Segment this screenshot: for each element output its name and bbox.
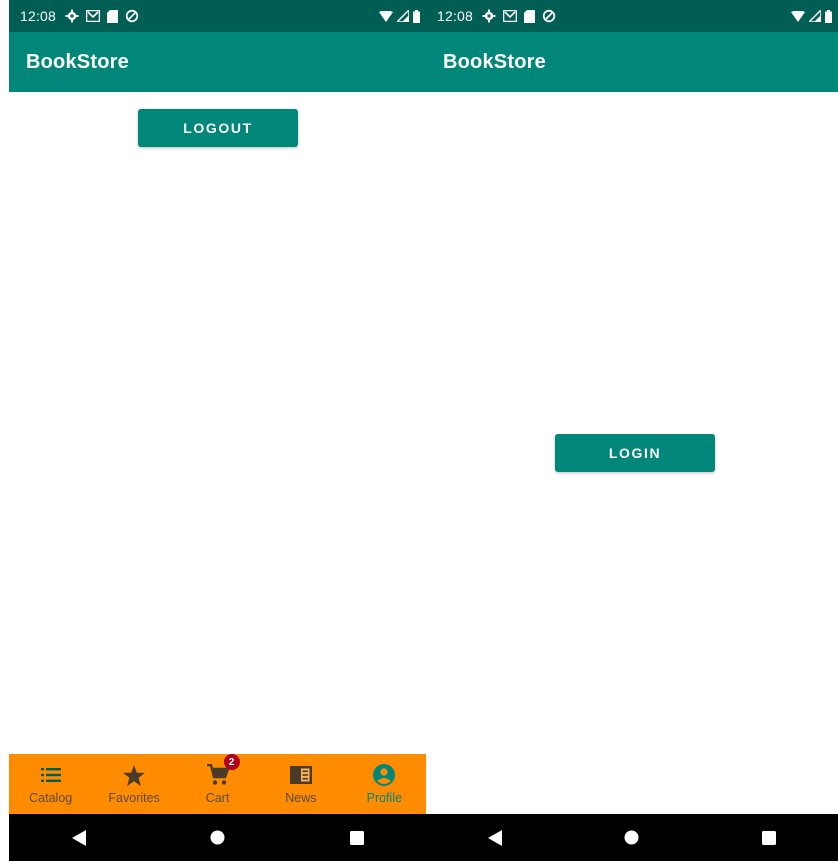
recents-icon	[349, 830, 364, 845]
cart-count-badge: 2	[223, 754, 240, 770]
back-icon	[71, 829, 86, 846]
status-bar: 12:08	[426, 0, 838, 32]
logout-button[interactable]: LOGOUT	[138, 109, 298, 147]
nav-label: Profile	[366, 791, 403, 805]
system-status-icons	[791, 9, 832, 23]
left-gutter	[0, 0, 9, 861]
nav-item-profile[interactable]: Profile	[343, 754, 426, 814]
nav-item-favorites[interactable]: Favorites	[92, 754, 175, 814]
login-button[interactable]: LOGIN	[555, 434, 715, 472]
app-bar: BookStore	[426, 32, 838, 92]
recents-icon	[762, 830, 777, 845]
system-navigation-bar	[9, 814, 426, 861]
battery-icon	[825, 9, 832, 23]
star-icon	[123, 763, 146, 787]
bottom-navigation: Catalog Favorites 2 Cart News Profile	[9, 754, 426, 814]
app-title: BookStore	[26, 51, 129, 73]
nav-label: Cart	[205, 791, 230, 805]
app-title: BookStore	[443, 51, 546, 73]
gmail-icon	[503, 10, 518, 22]
signal-icon	[809, 10, 821, 22]
settings-icon	[65, 9, 79, 23]
notification-icons	[65, 9, 139, 23]
nav-item-news[interactable]: News	[259, 754, 342, 814]
back-button[interactable]	[465, 829, 525, 846]
battery-icon	[413, 9, 420, 23]
status-bar: 12:08	[9, 0, 426, 32]
system-navigation-bar	[426, 814, 838, 861]
nav-label: Catalog	[29, 791, 73, 805]
data-saver-icon	[542, 9, 556, 23]
app-bar: BookStore	[9, 32, 426, 92]
home-button[interactable]	[188, 830, 248, 845]
signal-icon	[397, 10, 409, 22]
wifi-icon	[379, 10, 393, 22]
newspaper-icon	[289, 763, 312, 787]
system-status-icons	[379, 9, 420, 23]
data-saver-icon	[125, 9, 139, 23]
back-icon	[487, 829, 502, 846]
list-icon	[40, 763, 61, 787]
sd-card-icon	[524, 9, 536, 23]
gmail-icon	[86, 10, 101, 22]
nav-item-catalog[interactable]: Catalog	[9, 754, 92, 814]
recents-button[interactable]	[739, 830, 799, 845]
home-icon	[210, 830, 225, 845]
sd-card-icon	[107, 9, 119, 23]
status-time: 12:08	[20, 8, 57, 24]
screen-logged-in: 12:08 BookStore LOGOUT Catalog Favorites…	[9, 0, 426, 861]
notification-icons	[482, 9, 556, 23]
home-icon	[624, 830, 639, 845]
home-button[interactable]	[602, 830, 662, 845]
nav-label: News	[285, 791, 317, 805]
nav-label: Favorites	[108, 791, 160, 805]
account-circle-icon	[373, 763, 396, 787]
settings-icon	[482, 9, 496, 23]
wifi-icon	[791, 10, 805, 22]
back-button[interactable]	[49, 829, 109, 846]
status-time: 12:08	[437, 8, 474, 24]
recents-button[interactable]	[327, 830, 387, 845]
nav-item-cart[interactable]: 2 Cart	[176, 754, 259, 814]
screen-logged-out: 12:08 BookStore LOGIN	[426, 0, 838, 861]
